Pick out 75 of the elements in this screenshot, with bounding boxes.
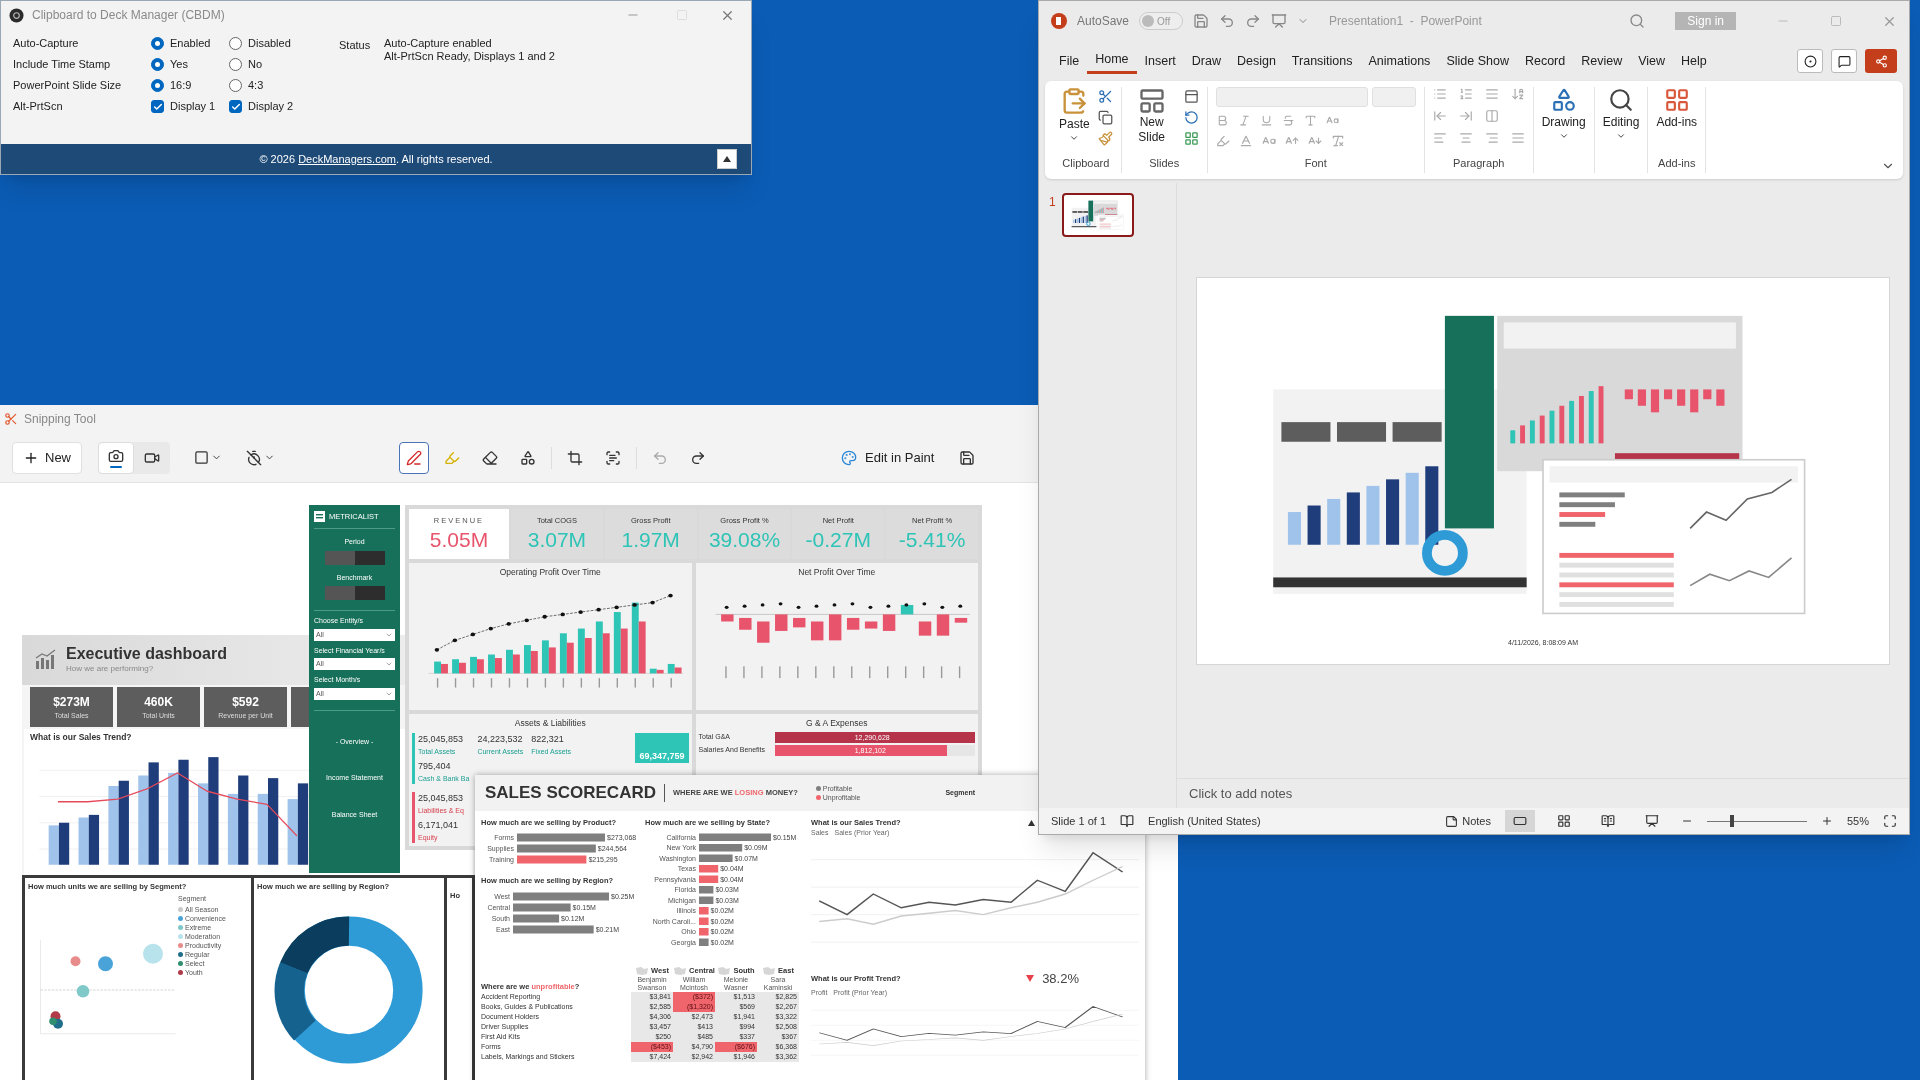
chart-title: Operating Profit Over Time	[499, 565, 601, 579]
kpi-value: -0.27M	[805, 526, 871, 553]
kpi-value: $273M	[53, 693, 90, 711]
setting-label: Include Time Stamp	[13, 57, 112, 73]
kpi-value: 5.05M	[429, 526, 489, 553]
group-label: Paragraph	[1453, 155, 1505, 171]
group-label: Add-ins	[1658, 155, 1696, 171]
metric-value: 25,045,853	[418, 792, 465, 805]
ribbon-tab[interactable]: View	[1630, 48, 1674, 74]
group-label: Slides	[1149, 155, 1180, 171]
option-label: No	[248, 57, 263, 73]
language-text[interactable]: English (United States)	[1148, 812, 1261, 830]
dashboard-subtitle: How we are performing?	[66, 663, 155, 675]
growth-value: 38.2%	[1042, 969, 1079, 988]
metric-value: 6,171,041	[418, 819, 460, 832]
option-label: Disabled	[248, 36, 291, 52]
slide-number: 1	[1049, 194, 1056, 211]
window-title: Presentation1 - PowerPoint	[1329, 13, 1482, 30]
ribbon-tab[interactable]: Record	[1516, 48, 1574, 74]
copyright-text: © 2026 DeckManagers.com. All rights reserved.	[259, 151, 493, 167]
ribbon-tab[interactable]: Review	[1573, 48, 1631, 74]
new-button[interactable]: New	[12, 441, 82, 474]
dashboard-title: Executive dashboard	[66, 645, 227, 663]
group-label: Clipboard	[1062, 155, 1110, 171]
metric-value: 25,045,853	[418, 733, 465, 746]
ribbon-tab[interactable]: Animations	[1360, 48, 1439, 74]
chart-title: Net Profit Over Time	[798, 565, 876, 579]
ribbon-tab[interactable]: Slide Show	[1438, 48, 1517, 74]
paste-button[interactable]: Paste	[1059, 87, 1090, 146]
ribbon-tab[interactable]: File	[1051, 48, 1088, 74]
chart-title: What is our Sales Trend?	[30, 731, 132, 744]
metric-value: 24,223,532	[477, 733, 524, 746]
kpi-value: 460K	[144, 693, 173, 711]
ribbon-tab[interactable]: Transitions	[1283, 48, 1361, 74]
section-title: G & A Expenses	[806, 717, 868, 730]
edit-in-paint-button[interactable]: Edit in Paint	[835, 441, 941, 474]
group-label: Font	[1304, 155, 1327, 171]
zoom-percent[interactable]: 55%	[1846, 812, 1869, 830]
option-label: Enabled	[170, 36, 211, 52]
status-text: Alt-PrtScn Ready, Displays 1 and 2	[384, 50, 555, 63]
option-label: 4:3	[248, 78, 264, 94]
option-label: Yes	[170, 57, 188, 73]
kpi-value: 39.08%	[708, 526, 781, 553]
setting-label: PowerPoint Slide Size	[13, 78, 123, 94]
slide-counter: Slide 1 of 1	[1051, 813, 1107, 829]
ribbon-tab[interactable]: Draw	[1183, 48, 1229, 74]
status-label: Status	[339, 38, 372, 53]
metric-value: 795,404	[418, 760, 452, 773]
setting-label: Auto-Capture	[13, 36, 80, 52]
section-title: Assets & Liabilities	[514, 717, 586, 730]
setting-label: Alt-PrtScn	[13, 99, 64, 115]
ribbon-tab[interactable]: Help	[1673, 48, 1715, 74]
ribbon-tab[interactable]: Insert	[1136, 48, 1184, 74]
notes-button[interactable]: Notes	[1445, 812, 1491, 830]
ribbon-tab[interactable]: Home	[1087, 48, 1137, 74]
window-title: Snipping Tool	[24, 411, 96, 428]
kpi-value: 1.97M	[621, 526, 680, 553]
kpi-value: -5.41%	[898, 526, 966, 553]
option-label: 16:9	[170, 78, 192, 94]
add-ins-button[interactable]: Add-ins	[1656, 87, 1698, 131]
new-slide-button[interactable]: New Slide	[1129, 87, 1174, 146]
option-label: Display 1	[170, 99, 216, 115]
total-value: 69,347,759	[635, 733, 689, 763]
kpi-value: 3.07M	[527, 526, 587, 553]
metric-value: 822,321	[531, 733, 565, 746]
scorecard-title: SALES SCORECARD	[485, 782, 656, 805]
option-label: Display 2	[248, 99, 294, 115]
status-text: Auto-Capture enabled	[384, 37, 493, 50]
website-link[interactable]: DeckManagers.com	[298, 152, 396, 165]
drawing-button[interactable]: Drawing	[1541, 87, 1586, 141]
kpi-value: $592	[232, 693, 259, 711]
window-title: Clipboard to Deck Manager (CBDM)	[32, 7, 225, 24]
ribbon-tab[interactable]: Design	[1228, 48, 1284, 74]
editing-button[interactable]: Editing	[1602, 87, 1640, 141]
autosave-label: AutoSave	[1077, 13, 1130, 30]
